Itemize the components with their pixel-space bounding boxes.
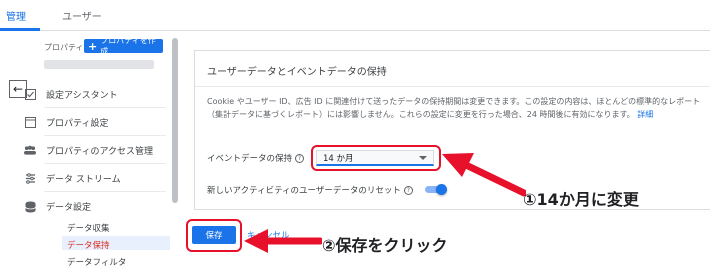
annotation-arrow-icon xyxy=(244,229,322,253)
property-name-redacted xyxy=(44,60,154,69)
card-title: ユーザーデータとイベントデータの保持 xyxy=(207,67,387,78)
help-icon[interactable]: ? xyxy=(295,153,305,163)
property-label: プロパティ xyxy=(44,43,84,52)
annotation-step1: ①14か月に変更 xyxy=(523,190,639,209)
divider xyxy=(44,163,166,164)
event-retention-value: 14 か月 xyxy=(323,153,354,164)
event-retention-highlight: 14 か月 xyxy=(311,145,441,171)
sidebar-item-property-settings[interactable]: プロパティ設定 xyxy=(24,116,109,129)
retention-description: Cookie やユーザー ID、広告 ID に関連付けて送ったデータの保持期間は… xyxy=(207,95,707,121)
learn-more-link[interactable]: 詳細 xyxy=(637,110,653,119)
reset-label: 新しいアクティビティのユーザーデータのリセット xyxy=(207,186,401,196)
sidebar-subitem-data-collection[interactable]: データ収集 xyxy=(67,222,110,234)
create-property-button[interactable]: + プロパティを作成 xyxy=(84,36,163,56)
event-retention-label: イベントデータの保持 xyxy=(207,154,293,164)
tab-admin[interactable]: 管理 xyxy=(6,8,26,23)
sidebar-item-label: データ設定 xyxy=(46,203,92,213)
divider xyxy=(44,191,166,192)
tab-users[interactable]: ユーザー xyxy=(62,8,102,23)
event-retention-field: イベントデータの保持 ? xyxy=(207,152,305,164)
database-icon xyxy=(24,201,36,213)
annotation-step2: ②保存をクリック xyxy=(322,236,448,255)
divider xyxy=(44,135,166,136)
event-retention-select[interactable]: 14 か月 xyxy=(316,150,434,166)
sidebar-item-data-streams[interactable]: データ ストリーム xyxy=(25,172,121,185)
sidebar-item-label: プロパティ設定 xyxy=(46,119,109,129)
divider xyxy=(44,107,166,108)
create-property-label: プロパティを作成 xyxy=(100,36,156,56)
save-button[interactable]: 保存 xyxy=(192,226,236,244)
sidebar-item-data-settings[interactable]: データ設定 xyxy=(24,200,92,213)
top-tabs: 管理 ユーザー xyxy=(0,0,710,31)
chevron-down-icon xyxy=(419,156,427,160)
people-icon xyxy=(24,145,36,157)
sidebar-item-access-management[interactable]: プロパティのアクセス管理 xyxy=(24,144,154,157)
save-highlight: 保存 xyxy=(186,219,242,252)
sidebar-subitem-data-retention[interactable]: データ保持 xyxy=(67,239,110,251)
stream-icon xyxy=(24,173,36,185)
plus-icon: + xyxy=(88,39,98,53)
sidebar-item-setup-assistant[interactable]: 設定アシスタント xyxy=(24,88,118,101)
sidebar-item-label: プロパティのアクセス管理 xyxy=(46,147,154,157)
help-icon[interactable]: ? xyxy=(403,185,413,195)
reset-on-activity-field: 新しいアクティビティのユーザーデータのリセット ? xyxy=(207,184,413,196)
description-text: Cookie やユーザー ID、広告 ID に関連付けて送ったデータの保持期間は… xyxy=(207,97,701,119)
sidebar-item-label: 設定アシスタント xyxy=(46,91,118,101)
sidebar-item-label: データ ストリーム xyxy=(46,175,121,185)
sidebar-scrollbar[interactable] xyxy=(172,38,178,203)
sidebar-subitem-data-filters[interactable]: データフィルタ xyxy=(67,256,126,268)
window-icon xyxy=(24,117,36,129)
checkbox-icon xyxy=(24,89,36,101)
annotation-arrow-icon xyxy=(442,153,526,197)
divider xyxy=(195,86,710,87)
